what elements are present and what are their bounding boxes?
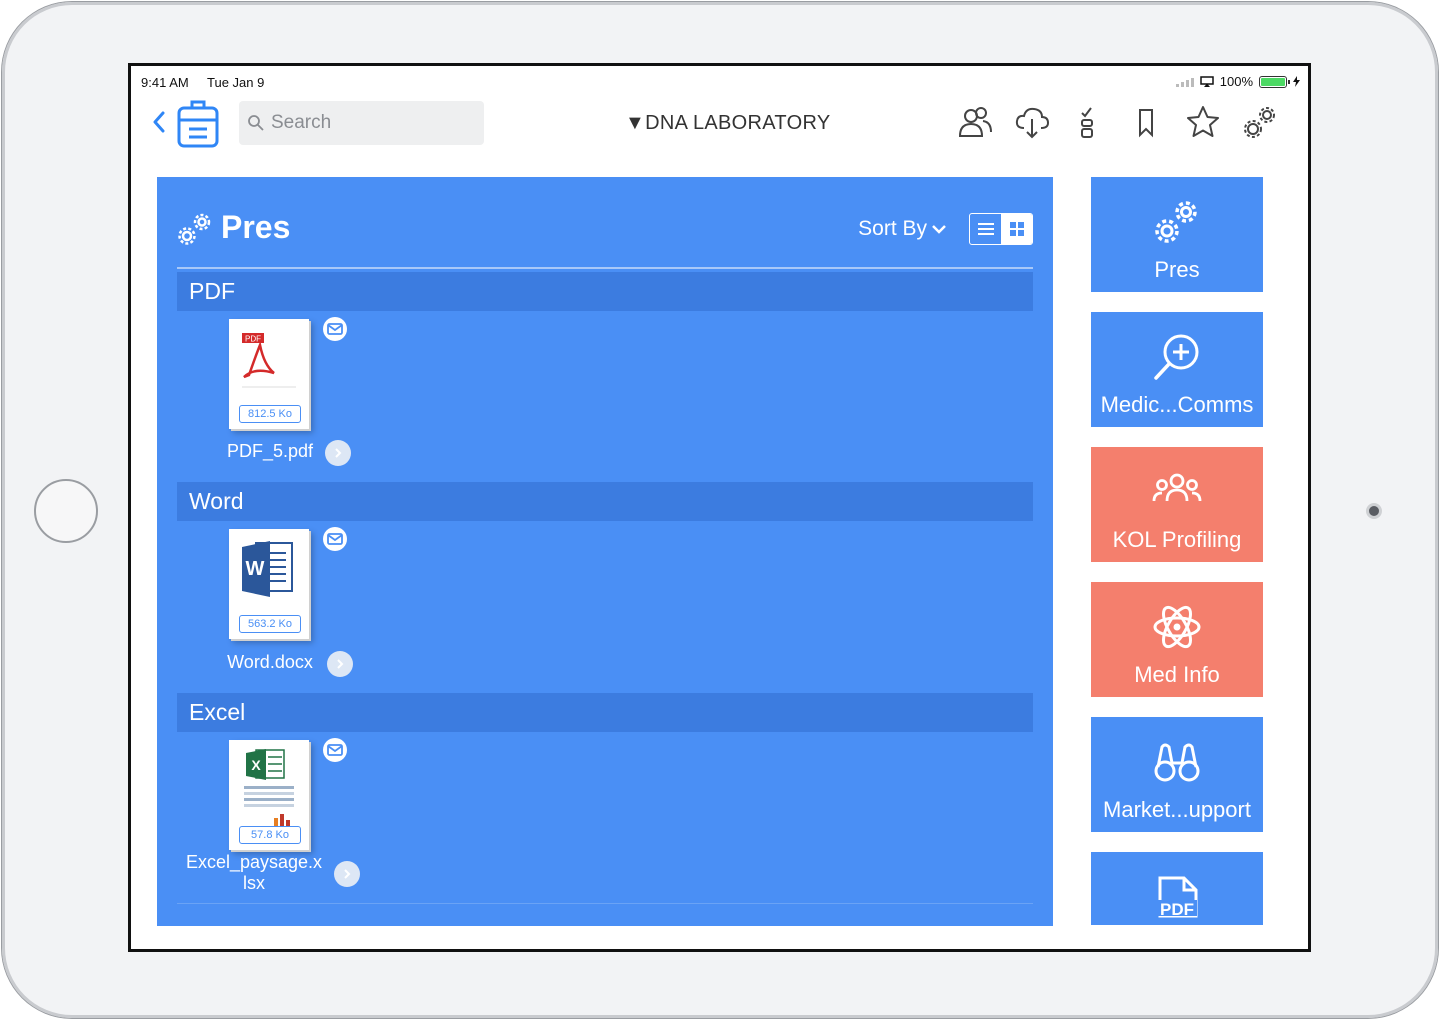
gears-icon (178, 213, 211, 245)
section-header-pdf: PDF (177, 272, 1033, 311)
chevron-right-icon (344, 869, 351, 879)
excel-file-icon: X (244, 749, 294, 828)
atom-icon (1153, 605, 1201, 649)
tile-market-support[interactable]: Market...upport (1091, 717, 1263, 832)
users-icon[interactable] (957, 102, 993, 142)
airplay-icon (1200, 75, 1214, 87)
grid-view-button[interactable] (1001, 214, 1032, 244)
battery-percent: 100% (1219, 74, 1253, 89)
group-icon (1152, 473, 1202, 502)
tile-label: KOL Profiling (1112, 527, 1242, 552)
svg-text:X: X (251, 757, 261, 773)
view-toggle (969, 213, 1033, 245)
file-details-button[interactable] (327, 651, 353, 677)
gears-icon (1155, 201, 1197, 243)
page-title[interactable]: ▼DNA LABORATORY (625, 112, 830, 135)
signal-icon (1175, 77, 1194, 87)
status-time: 9:41 AM (141, 75, 189, 90)
section-header-word: Word (177, 482, 1033, 521)
file-details-button[interactable] (325, 440, 351, 466)
word-file-icon: W (242, 541, 293, 597)
tile-med-info[interactable]: Med Info (1091, 582, 1263, 697)
mail-icon[interactable] (322, 316, 348, 342)
screen: 9:41 AM Tue Jan 9 100% ▼DNA LABORATO (128, 63, 1311, 952)
search-input[interactable] (271, 112, 461, 134)
file-size-badge: 563.2 Ko (239, 615, 301, 633)
checklist-icon[interactable] (1071, 102, 1107, 142)
file-thumbnail-excel[interactable]: X 57.8 Ko (229, 740, 309, 850)
home-button[interactable] (34, 479, 98, 543)
chevron-right-icon (335, 448, 342, 458)
tile-label: Pres (1154, 257, 1200, 282)
file-size-badge: 57.8 Ko (239, 826, 301, 844)
file-size-badge: 812.5 Ko (239, 405, 301, 423)
search-bar[interactable] (239, 101, 484, 145)
battery-icon (1259, 75, 1290, 88)
svg-text:W: W (246, 558, 265, 580)
status-bar: 9:41 AM Tue Jan 9 100% (131, 66, 1308, 94)
svg-text:PDF: PDF (245, 335, 261, 344)
list-icon (977, 223, 994, 235)
chevron-right-icon (337, 659, 344, 669)
documents-panel: Pres Sort By PDF PDF 812.5 Ko PDF_5.pdf … (157, 177, 1053, 926)
file-thumbnail-word[interactable]: W 563.2 Ko (229, 529, 309, 639)
camera (1366, 503, 1382, 519)
star-icon[interactable] (1185, 102, 1221, 142)
tile-label: Market...upport (1103, 797, 1251, 822)
tile-pres[interactable]: Pres (1091, 177, 1263, 292)
section-header-excel: Excel (177, 693, 1033, 732)
divider (177, 903, 1033, 904)
file-name[interactable]: Word.docx (207, 652, 333, 673)
panel-title: Pres (221, 209, 291, 245)
cloud-download-icon[interactable] (1014, 102, 1050, 142)
status-date: Tue Jan 9 (207, 75, 265, 90)
panel-header: Pres Sort By (177, 207, 1033, 257)
file-thumbnail-pdf[interactable]: PDF 812.5 Ko (229, 319, 309, 429)
tile-pdf[interactable]: PDF (1091, 852, 1263, 925)
tile-label: Medic...Comms (1100, 392, 1254, 417)
file-name-line: lsx (243, 873, 265, 893)
tile-kol-profiling[interactable]: KOL Profiling (1091, 447, 1263, 562)
file-details-button[interactable] (334, 861, 360, 887)
zoom-in-icon (1154, 334, 1199, 380)
chevron-left-icon[interactable] (149, 108, 169, 136)
tile-medic-comms[interactable]: Medic...Comms (1091, 312, 1263, 427)
gears-icon[interactable] (1242, 102, 1278, 142)
divider (177, 267, 1033, 269)
toolbar-icons (957, 102, 1278, 142)
binoculars-icon (1154, 743, 1200, 782)
grid-icon (1009, 222, 1024, 236)
pdf-file-icon: PDF (1157, 876, 1198, 919)
file-name[interactable]: PDF_5.pdf (207, 441, 333, 462)
list-view-button[interactable] (970, 214, 1001, 244)
mail-icon[interactable] (322, 737, 348, 763)
sort-by-label: Sort By (858, 217, 927, 240)
chevron-down-icon (932, 225, 946, 234)
briefcase-icon[interactable] (175, 98, 221, 150)
mail-icon[interactable] (322, 526, 348, 552)
nav-bar: ▼DNA LABORATORY (131, 94, 1308, 154)
bookmark-icon[interactable] (1128, 102, 1164, 142)
sort-by-button[interactable]: Sort By (858, 217, 947, 241)
pdf-file-icon: PDF (242, 333, 296, 388)
file-name-line: Excel_paysage.x (185, 852, 323, 872)
search-icon (248, 115, 264, 131)
status-indicators: 100% (1175, 74, 1300, 89)
file-name[interactable]: Excel_paysage.x lsx (183, 852, 325, 894)
svg-text:PDF: PDF (1160, 900, 1194, 919)
tile-label: Med Info (1134, 662, 1220, 687)
charging-icon (1293, 76, 1300, 87)
